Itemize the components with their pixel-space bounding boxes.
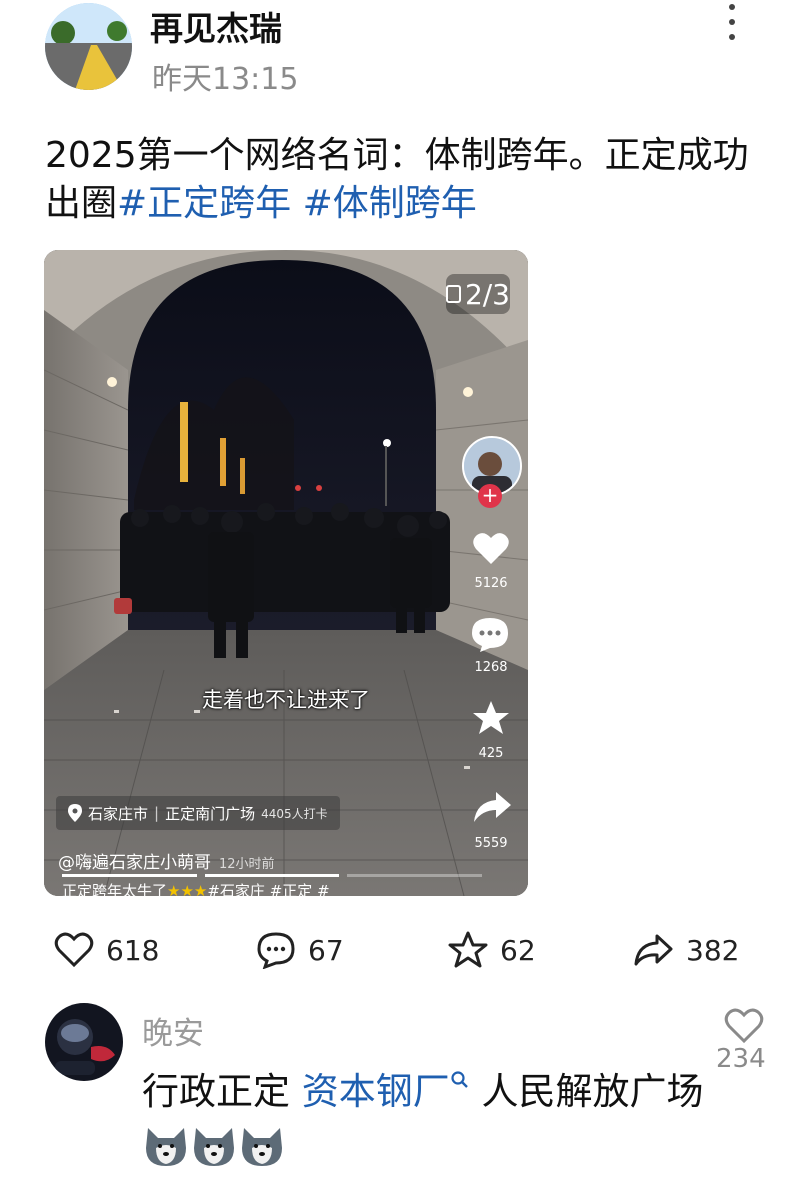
author-avatar[interactable] bbox=[45, 3, 132, 90]
comment-text-part: 行政正定 bbox=[142, 1070, 290, 1113]
caption-tag: #石家庄 bbox=[207, 882, 265, 896]
video-comment-count: 1268 bbox=[474, 660, 508, 675]
author-name[interactable]: 再见杰瑞 bbox=[150, 2, 282, 50]
uploaded-ago: 12小时前 bbox=[219, 857, 275, 872]
video-like-count: 5126 bbox=[474, 576, 508, 591]
search-link-text: 资本钢厂 bbox=[301, 1070, 450, 1113]
page-indicator: 2/3 bbox=[446, 274, 510, 314]
husky-emoji-icon bbox=[146, 1128, 186, 1166]
caption-text: 正定跨年太牛了 bbox=[62, 882, 168, 896]
share-count: 382 bbox=[686, 933, 740, 967]
location-place: 正定南门广场 bbox=[165, 804, 256, 823]
search-link[interactable]: 资本钢厂 bbox=[302, 1070, 470, 1113]
commenter-avatar[interactable] bbox=[45, 1003, 123, 1081]
video-caption: 正定跨年太牛了★★★#石家庄 #正定 # bbox=[62, 880, 330, 896]
comment-icon bbox=[257, 932, 295, 969]
location-pin-icon bbox=[68, 804, 82, 822]
like-button[interactable]: 618 bbox=[54, 928, 159, 972]
favorite-count: 62 bbox=[500, 933, 536, 967]
search-icon bbox=[451, 1071, 468, 1088]
follow-plus-icon[interactable]: + bbox=[478, 484, 502, 508]
uploader-handle[interactable]: @嗨遍石家庄小萌哥 bbox=[58, 853, 211, 873]
page-indicator-text: 2/3 bbox=[464, 277, 510, 311]
emoji-icon: ★★★ bbox=[167, 882, 208, 896]
favorite-button[interactable]: 62 bbox=[448, 928, 536, 972]
star-icon bbox=[448, 931, 488, 968]
location-checkins: 4405人打卡 bbox=[261, 806, 328, 821]
comment-like-icon[interactable] bbox=[724, 1008, 764, 1044]
location-tag[interactable]: 石家庄市 | 正定南门广场 4405人打卡 bbox=[56, 796, 340, 830]
comment-text: 行政正定 资本钢厂 人民解放广场 bbox=[142, 1064, 722, 1176]
slide-progress bbox=[62, 874, 483, 877]
comment-count: 67 bbox=[308, 933, 344, 967]
video-share-count: 5559 bbox=[474, 836, 508, 851]
heart-icon bbox=[54, 932, 94, 968]
share-icon bbox=[634, 934, 673, 966]
location-separator: | bbox=[154, 804, 160, 822]
video-like-icon[interactable] bbox=[472, 530, 510, 566]
share-button[interactable]: 382 bbox=[632, 928, 739, 972]
post-time: 昨天13:15 bbox=[152, 62, 299, 97]
caption-tag: # bbox=[317, 882, 330, 896]
more-options-icon[interactable] bbox=[722, 4, 742, 40]
video-share-icon[interactable] bbox=[472, 790, 512, 824]
post-text: 2025第一个网络名词：体制跨年。正定成功出圈#正定跨年 #体制跨年 bbox=[45, 132, 755, 228]
caption-tag: #正定 bbox=[269, 882, 313, 896]
video-subtitle: 走着也不让进来了 bbox=[202, 688, 370, 712]
location-city: 石家庄市 bbox=[88, 804, 149, 823]
commenter-name[interactable]: 晚安 bbox=[142, 1008, 204, 1053]
like-count: 618 bbox=[106, 933, 160, 967]
comment-button[interactable]: 67 bbox=[256, 928, 344, 972]
video-favorite-count: 425 bbox=[478, 746, 504, 761]
uploader-line: @嗨遍石家庄小萌哥 12小时前 bbox=[58, 848, 275, 873]
video-comment-icon[interactable] bbox=[470, 616, 510, 654]
video-media-card[interactable]: 2/3 + 5126 1268 425 5559 走着也不让进来了 石家庄市 |… bbox=[44, 250, 528, 896]
husky-emoji-icon bbox=[242, 1128, 282, 1166]
husky-emoji-icon bbox=[194, 1128, 234, 1166]
comment-text-part: 人民解放广场 bbox=[481, 1070, 704, 1113]
hashtag-link[interactable]: #体制跨年 bbox=[303, 183, 477, 224]
hashtag-link[interactable]: #正定跨年 bbox=[117, 183, 291, 224]
comment-like-count: 234 bbox=[716, 1044, 766, 1074]
gallery-icon bbox=[446, 285, 461, 303]
